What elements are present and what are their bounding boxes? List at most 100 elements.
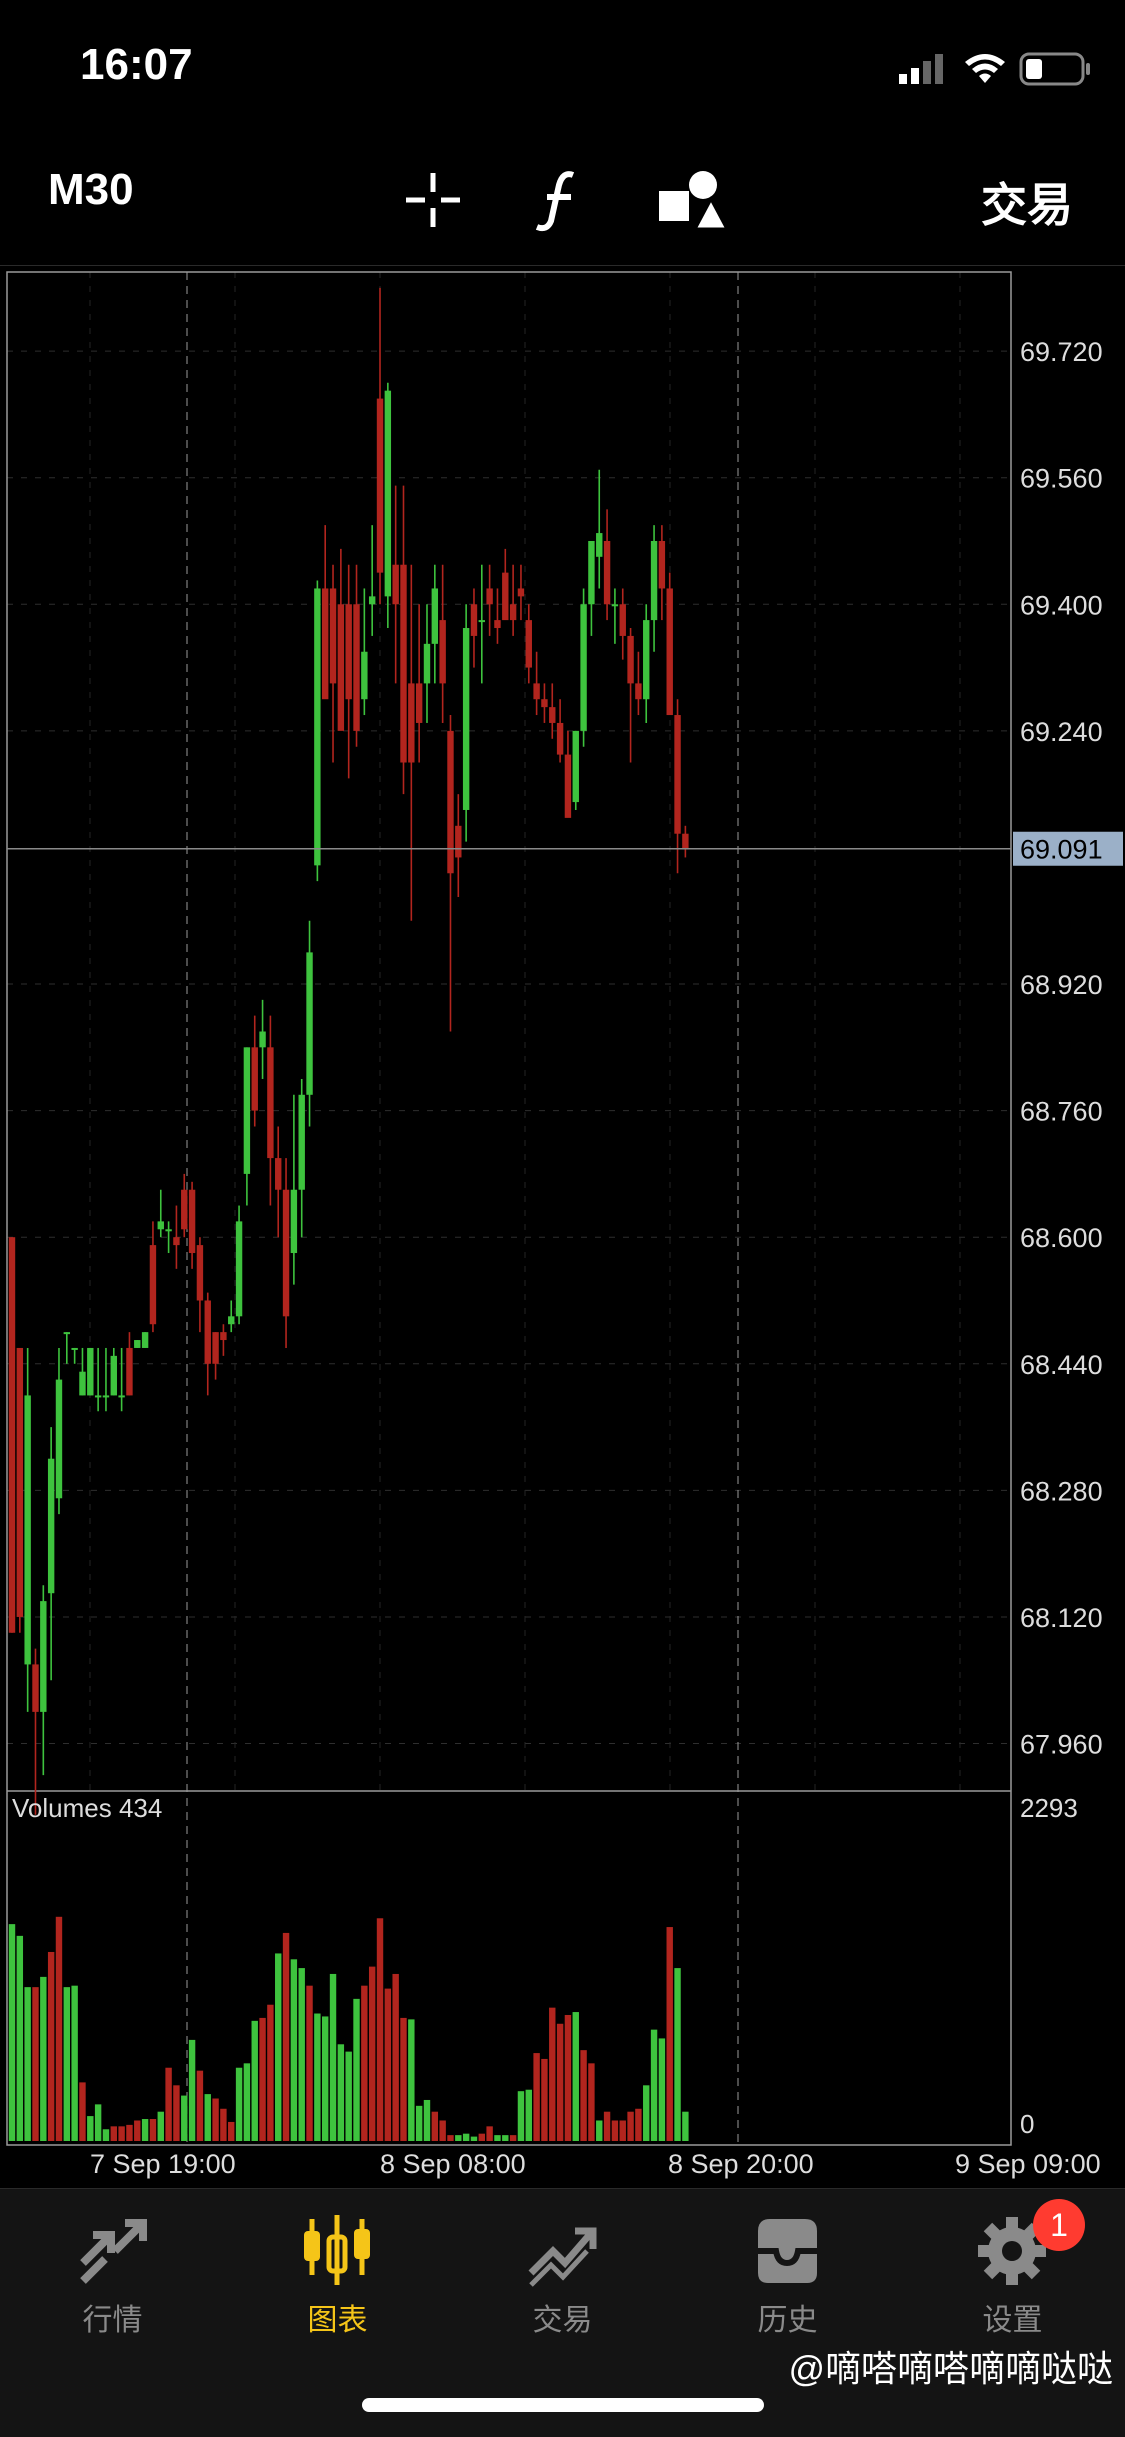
volume-bar (40, 1976, 47, 2141)
notification-badge: 1 (1033, 2199, 1085, 2251)
tab-trade[interactable]: 交易 (450, 2189, 675, 2389)
volume-bar (572, 2012, 579, 2141)
candle (502, 572, 509, 621)
candle (141, 1332, 149, 1348)
candle (220, 1332, 227, 1341)
volume-bar (361, 1985, 368, 2141)
battery-icon (1019, 52, 1090, 86)
candle (556, 722, 564, 755)
volume-bar (674, 1968, 681, 2141)
candle (181, 1189, 188, 1230)
candle (392, 564, 399, 605)
price-tick: 69.240 (1020, 717, 1103, 747)
volume-bar (337, 2044, 345, 2141)
shapes-icon[interactable] (655, 165, 725, 235)
candle (63, 1332, 71, 1335)
volume-bar (525, 2089, 532, 2141)
volume-bar (235, 2067, 243, 2141)
volume-bar (71, 1985, 78, 2141)
time-tick: 8 Sep 20:00 (668, 2149, 814, 2179)
candle (517, 588, 525, 597)
timeframe-button[interactable]: M30 (48, 165, 134, 215)
volume-bar (392, 1973, 399, 2141)
candle (650, 540, 658, 621)
price-tick: 68.280 (1020, 1476, 1103, 1506)
candle (275, 1158, 282, 1190)
quotes-icon (80, 2219, 147, 2284)
volume-bar (368, 1966, 376, 2141)
volume-bar (509, 2135, 517, 2141)
candle (235, 1221, 243, 1317)
candle (431, 588, 439, 644)
volume-bar (619, 2120, 626, 2141)
price-tick: 68.600 (1020, 1223, 1103, 1253)
candle (564, 754, 572, 818)
tab-label: 历史 (757, 2304, 818, 2337)
volume-bar (658, 2038, 666, 2141)
volume-bar (243, 2063, 251, 2141)
volume-bar (251, 2020, 258, 2141)
volume-bar (643, 2085, 650, 2141)
candle (298, 1094, 305, 1190)
tab-chart[interactable]: 图表 (225, 2189, 450, 2389)
candle (251, 1047, 258, 1111)
price-chart[interactable]: 69.720 69.560 69.400 69.240 68.920 68.760 68.6… (0, 265, 1125, 2185)
volume-bar (517, 2091, 525, 2141)
volume-bar (376, 1918, 384, 2141)
candle (165, 1229, 172, 1232)
candle (376, 398, 384, 573)
volume-bar (181, 2095, 188, 2141)
volume-bar (47, 1951, 55, 2141)
volume-bar (314, 2013, 321, 2141)
candle (188, 1189, 196, 1254)
volume-bar (345, 2051, 352, 2141)
candle (71, 1347, 78, 1350)
candle (329, 588, 337, 684)
volume-bar (220, 2108, 227, 2141)
candle (94, 1395, 102, 1398)
crosshair-icon[interactable] (398, 165, 468, 235)
candle (118, 1395, 125, 1398)
volume-bar (282, 1932, 290, 2141)
status-time: 16:07 (80, 40, 193, 89)
candle (509, 604, 517, 621)
volume-bar (63, 1987, 71, 2141)
candle (486, 588, 493, 605)
candle (353, 604, 360, 731)
volume-bar (55, 1916, 63, 2141)
candle (572, 730, 579, 803)
candle (666, 588, 673, 716)
volume-bar (541, 2058, 548, 2141)
volume-bar (580, 2050, 587, 2141)
volume-bars (8, 1916, 689, 2141)
volume-bar (353, 1998, 360, 2141)
candle (149, 1245, 157, 1325)
chart-icon (304, 2215, 370, 2285)
volume-bar (439, 2120, 446, 2141)
time-tick: 7 Sep 19:00 (90, 2149, 236, 2179)
candle (126, 1347, 133, 1396)
price-tick: 69.400 (1020, 590, 1103, 620)
volume-bar (682, 2111, 689, 2141)
candle (32, 1664, 39, 1712)
tab-label: 设置 (982, 2304, 1043, 2337)
home-indicator[interactable] (362, 2398, 764, 2412)
trade-button[interactable]: 交易 (981, 169, 1073, 235)
candle (682, 833, 689, 850)
candle (525, 620, 532, 668)
volume-bar (533, 2053, 540, 2141)
volume-zero-tick: 0 (1020, 2109, 1034, 2139)
candle (674, 715, 681, 834)
volume-bar (259, 2017, 266, 2141)
volume-bar (204, 2094, 211, 2141)
candle (580, 604, 587, 731)
candle (533, 683, 540, 700)
volume-bar (188, 2039, 196, 2141)
tab-quotes[interactable]: 行情 (0, 2189, 225, 2389)
price-axis: 69.720 69.560 69.400 69.240 68.920 68.760 68.6… (1020, 337, 1103, 1759)
function-icon[interactable] (525, 165, 595, 235)
candle (40, 1601, 47, 1712)
chart-frame (6, 271, 1012, 2146)
price-tick: 69.720 (1020, 337, 1103, 367)
volume-bar (267, 2004, 274, 2141)
